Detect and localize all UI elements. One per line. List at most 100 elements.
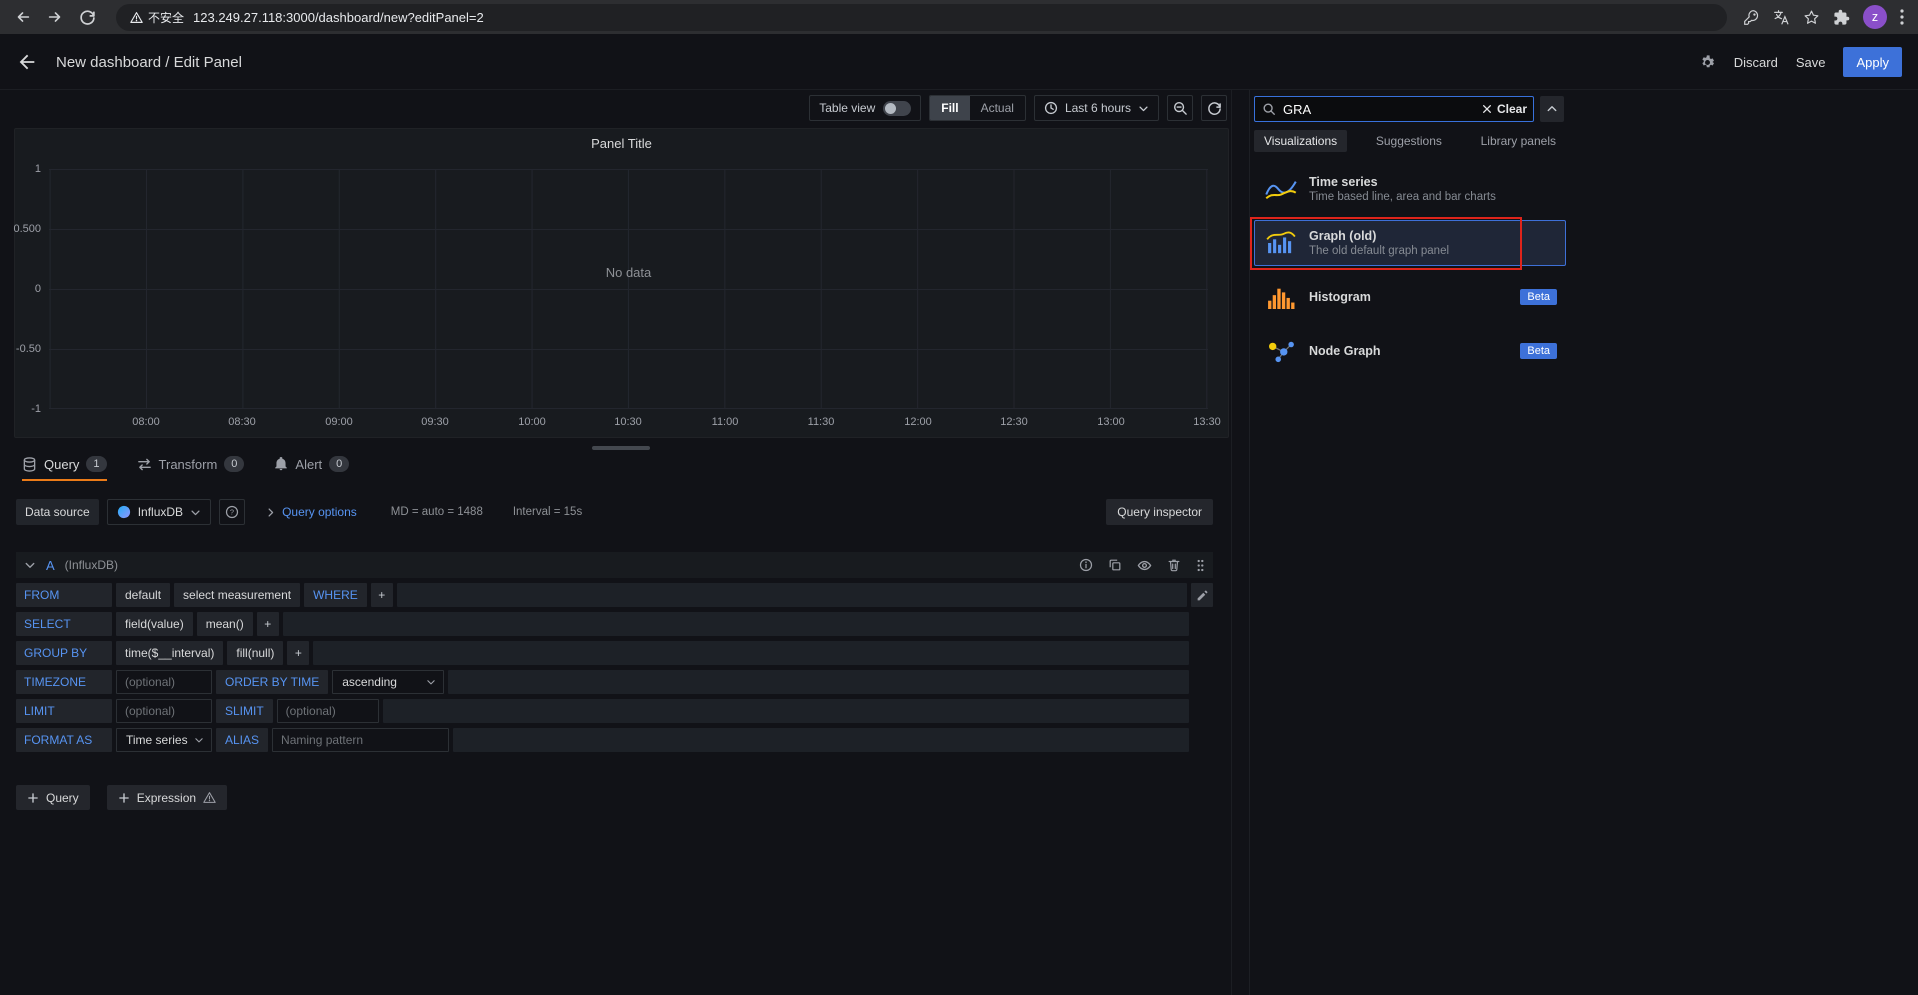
query-inspector-button[interactable]: Query inspector	[1106, 499, 1213, 525]
bookmark-star-icon[interactable]	[1803, 9, 1820, 26]
from-policy-segment[interactable]: default	[116, 583, 171, 607]
browser-menu-icon[interactable]	[1900, 9, 1904, 25]
limit-label: LIMIT	[16, 699, 112, 723]
apply-button[interactable]: Apply	[1843, 47, 1902, 77]
select-row: SELECT field(value) mean() +	[16, 612, 1189, 636]
viz-item-histogram[interactable]: Histogram Beta	[1254, 274, 1566, 320]
warning-triangle-icon	[203, 791, 216, 804]
beta-badge: Beta	[1520, 289, 1557, 305]
y-tick: 0	[34, 283, 41, 295]
password-key-icon[interactable]	[1743, 9, 1760, 26]
tab-library-panels[interactable]: Library panels	[1471, 130, 1566, 152]
x-tick: 11:00	[711, 416, 739, 428]
alias-input[interactable]	[272, 728, 450, 752]
y-tick: 0.500	[13, 223, 41, 235]
discard-button[interactable]: Discard	[1734, 55, 1778, 70]
clock-icon	[1044, 101, 1058, 115]
tab-query[interactable]: Query 1	[22, 456, 107, 481]
viz-item-desc: The old default graph panel	[1309, 245, 1450, 257]
extensions-puzzle-icon[interactable]	[1833, 9, 1850, 26]
viz-item-node-graph[interactable]: Node Graph Beta	[1254, 328, 1566, 374]
collapse-chevron-icon[interactable]	[24, 559, 36, 571]
table-view-toggle[interactable]: Table view	[809, 95, 922, 121]
x-tick: 13:00	[1097, 416, 1125, 428]
fill-option[interactable]: Fill	[930, 96, 970, 120]
page-title: New dashboard / Edit Panel	[56, 53, 242, 71]
tab-suggestions[interactable]: Suggestions	[1366, 130, 1452, 152]
row-filler	[313, 641, 1189, 665]
datasource-picker[interactable]: InfluxDB	[106, 499, 212, 525]
browser-back-icon[interactable]	[10, 4, 36, 30]
profile-avatar[interactable]: z	[1863, 5, 1887, 29]
groupby-add-button[interactable]: +	[287, 641, 310, 665]
slimit-input[interactable]	[276, 699, 379, 723]
eye-icon[interactable]	[1137, 558, 1152, 573]
viz-item-time-series[interactable]: Time series Time based line, area and ba…	[1254, 166, 1566, 212]
orderby-select[interactable]: ascending	[332, 670, 445, 694]
fill-actual-group: Fill Actual	[929, 95, 1026, 121]
gear-icon[interactable]	[1699, 54, 1716, 71]
security-chip[interactable]: 不安全	[130, 9, 184, 26]
add-query-label: Query	[46, 790, 79, 805]
select-add-button[interactable]: +	[256, 612, 279, 636]
add-expression-label: Expression	[136, 790, 197, 805]
x-tick: 10:30	[614, 416, 642, 428]
zoom-out-button[interactable]	[1167, 95, 1193, 121]
select-field-segment[interactable]: field(value)	[116, 612, 193, 636]
viz-item-name: Graph (old)	[1309, 229, 1377, 243]
browser-reload-icon[interactable]	[74, 4, 100, 30]
drag-grip-icon[interactable]	[1196, 558, 1205, 573]
select-func-segment[interactable]: mean()	[196, 612, 253, 636]
save-button[interactable]: Save	[1796, 55, 1826, 70]
warning-icon	[130, 11, 143, 24]
tab-alert[interactable]: Alert 0	[274, 456, 350, 481]
collapse-options-button[interactable]	[1540, 96, 1564, 122]
chevron-down-icon	[1138, 103, 1149, 114]
address-bar[interactable]: 不安全 123.249.27.118:3000/dashboard/new?ed…	[116, 3, 1727, 31]
add-query-button[interactable]: Query	[16, 785, 90, 810]
clear-search-button[interactable]: Clear	[1482, 96, 1527, 122]
datasource-row: Data source InfluxDB ? Query options MD …	[16, 499, 1213, 525]
time-range-picker[interactable]: Last 6 hours	[1033, 95, 1159, 121]
tab-visualizations[interactable]: Visualizations	[1254, 130, 1348, 152]
timezone-row: TIMEZONE ORDER BY TIME ascending	[16, 670, 1189, 694]
search-icon	[1262, 102, 1276, 116]
browser-forward-icon[interactable]	[42, 4, 68, 30]
edit-pencil-button[interactable]	[1191, 583, 1213, 607]
datasource-help-button[interactable]: ?	[219, 499, 246, 525]
x-tick: 12:30	[1000, 416, 1028, 428]
limit-input[interactable]	[116, 699, 212, 723]
panel-resize-handle[interactable]	[592, 446, 650, 450]
histogram-icon	[1263, 285, 1299, 309]
from-measurement-segment[interactable]: select measurement	[174, 583, 301, 607]
beta-badge: Beta	[1520, 343, 1557, 359]
x-tick: 13:30	[1193, 416, 1221, 428]
format-label: FORMAT AS	[16, 728, 112, 752]
y-tick: -1	[31, 403, 41, 415]
trash-icon[interactable]	[1167, 558, 1181, 572]
groupby-fill-segment[interactable]: fill(null)	[227, 641, 284, 665]
interval-text: Interval = 15s	[512, 506, 583, 518]
where-add-button[interactable]: +	[370, 583, 393, 607]
back-arrow-icon[interactable]	[16, 51, 38, 73]
format-select[interactable]: Time series	[116, 728, 212, 752]
table-view-switch[interactable]	[883, 100, 912, 116]
timezone-input[interactable]	[116, 670, 212, 694]
viz-item-graph-old[interactable]: Graph (old) The old default graph panel	[1250, 217, 1566, 270]
groupby-row: GROUP BY time($__interval) fill(null) +	[16, 641, 1189, 665]
table-view-label: Table view	[819, 101, 876, 115]
add-expression-button[interactable]: Expression	[106, 785, 228, 810]
browser-toolbar: 不安全 123.249.27.118:3000/dashboard/new?ed…	[0, 0, 1918, 34]
translate-icon[interactable]	[1773, 9, 1790, 26]
row-filler	[453, 728, 1189, 752]
y-tick: 1	[34, 163, 41, 175]
orderby-label: ORDER BY TIME	[216, 670, 329, 694]
duplicate-copy-icon[interactable]	[1108, 558, 1122, 572]
refresh-button[interactable]	[1201, 95, 1227, 121]
info-icon[interactable]	[1079, 558, 1093, 572]
groupby-time-segment[interactable]: time($__interval)	[116, 641, 224, 665]
node-graph-icon	[1263, 339, 1299, 363]
actual-option[interactable]: Actual	[970, 96, 1025, 120]
tab-transform[interactable]: Transform 0	[137, 456, 245, 481]
query-options-expander[interactable]: Query options	[265, 505, 357, 519]
